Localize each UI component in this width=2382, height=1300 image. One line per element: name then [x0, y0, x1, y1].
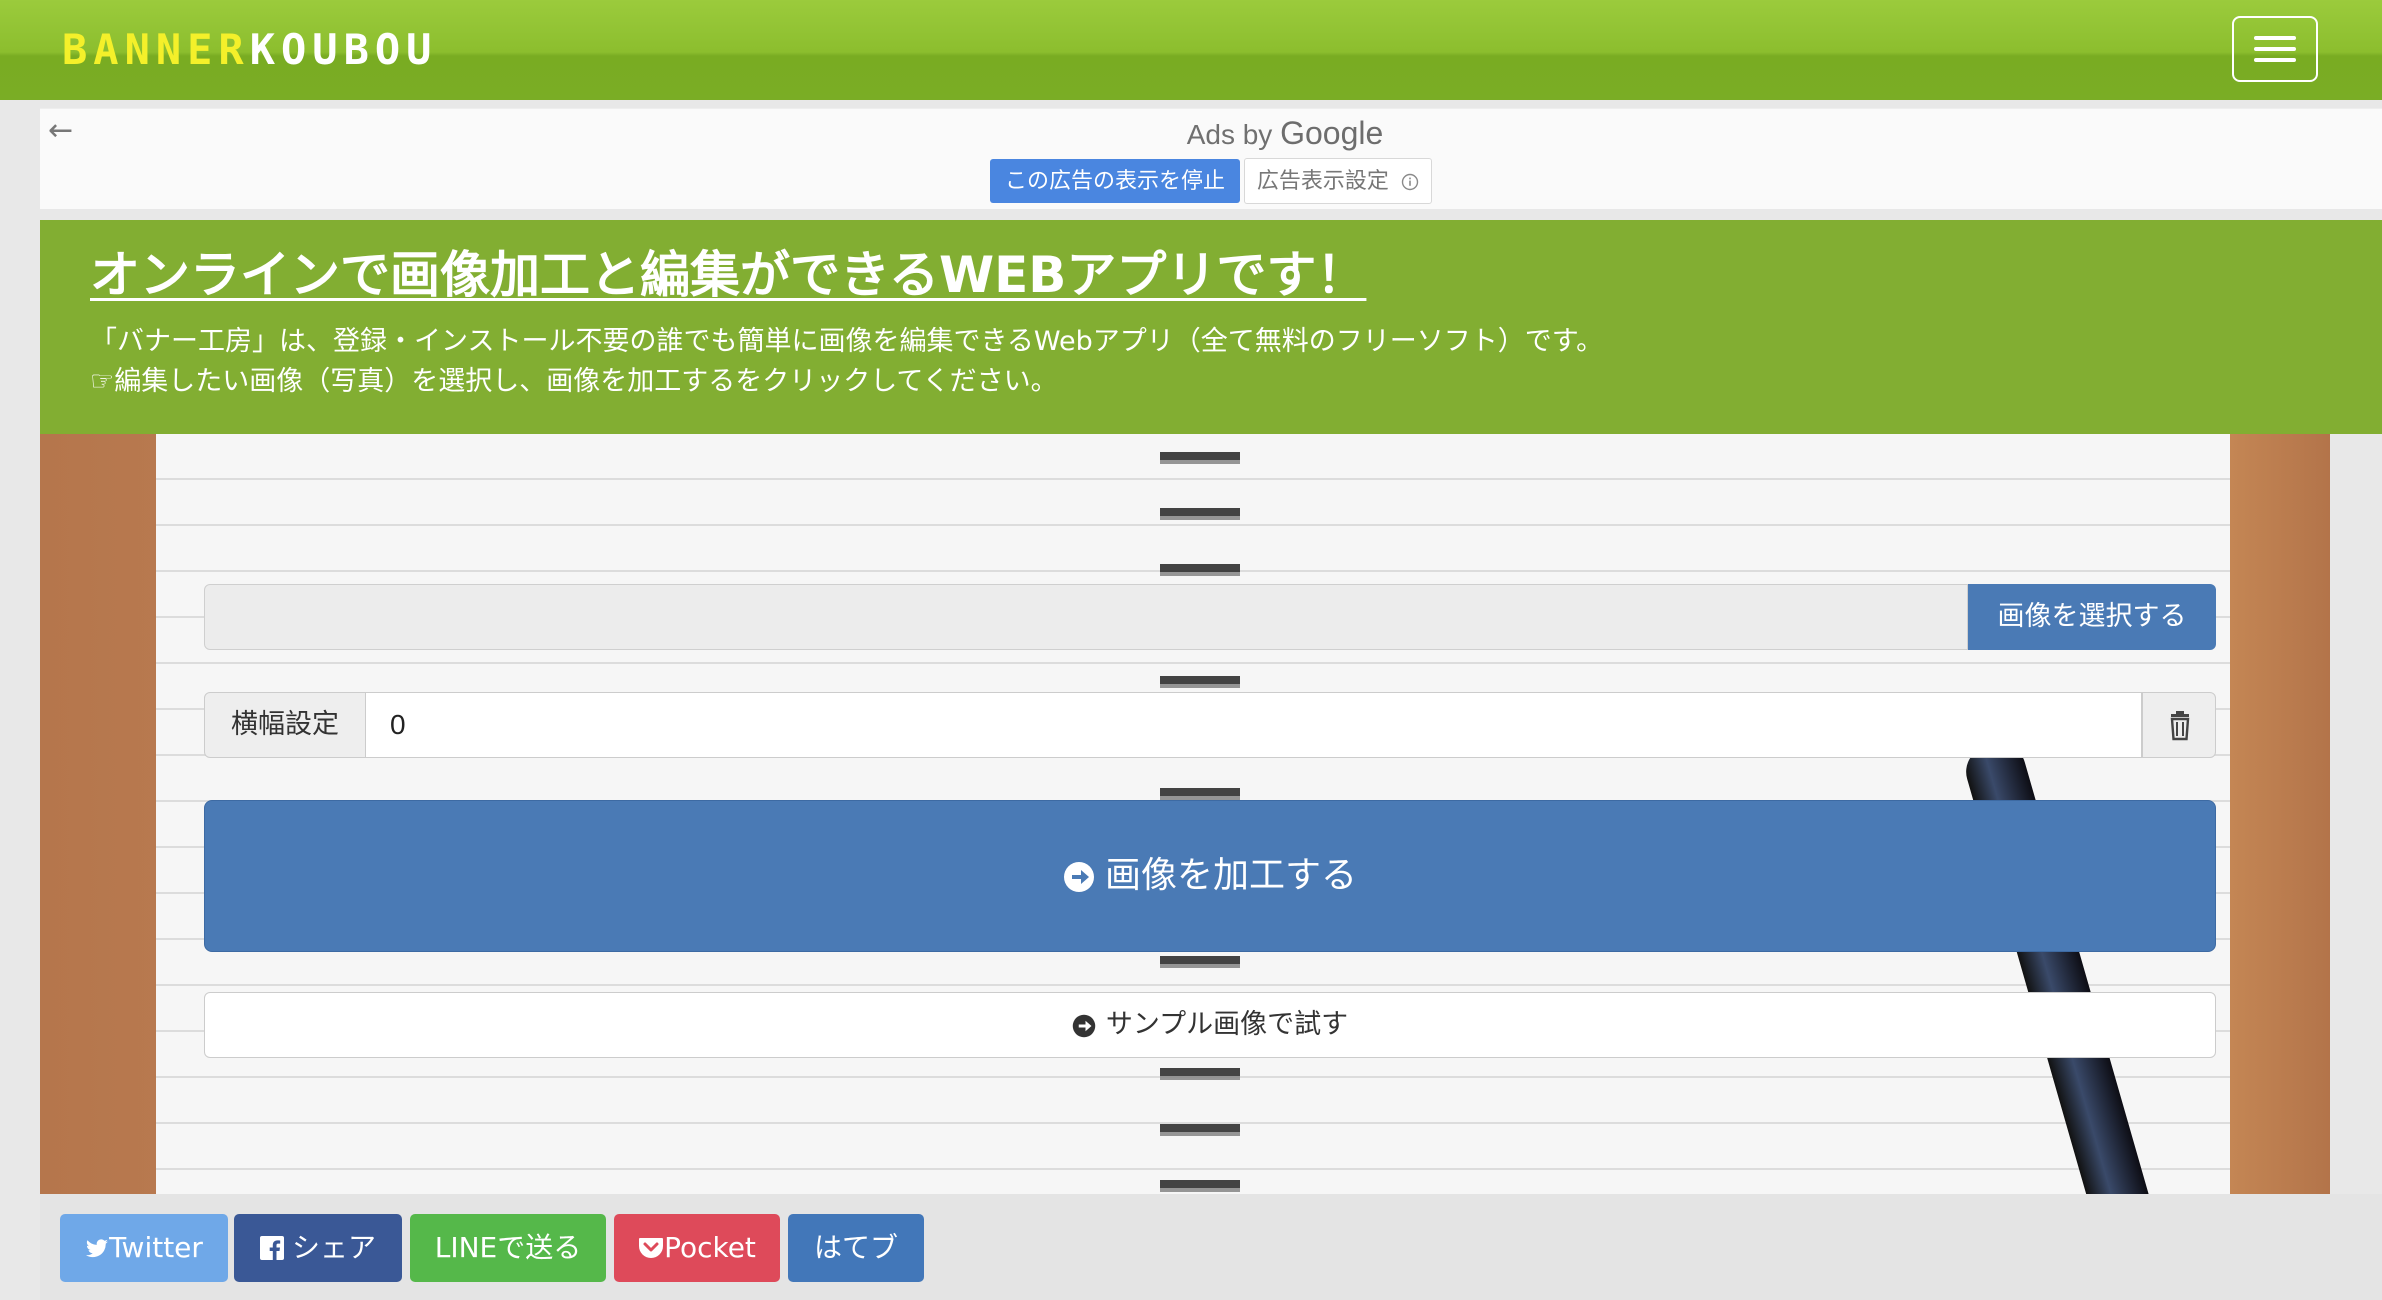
- hero-instruction: ☞編集したい画像（写真）を選択し、画像を加工するをクリックしてください。: [90, 366, 1058, 397]
- twitter-share-label: Twitter: [109, 1231, 203, 1264]
- top-navbar: BANNERKOUBOU: [0, 0, 2382, 100]
- hamburger-icon: [2254, 36, 2296, 40]
- wood-plank: [2230, 434, 2330, 1194]
- file-select-group: 画像を選択する: [204, 584, 2216, 650]
- arrow-circle-right-icon: [1063, 862, 1094, 892]
- file-path-input[interactable]: [204, 584, 1968, 650]
- menu-toggle-button[interactable]: [2232, 16, 2318, 82]
- try-sample-label: サンプル画像で試す: [1105, 1009, 1349, 1040]
- page-title[interactable]: オンラインで画像加工と編集ができるWEBアプリです！: [90, 244, 1366, 306]
- ad-settings-label: 広告表示設定: [1256, 168, 1389, 193]
- try-sample-button[interactable]: サンプル画像で試す: [204, 992, 2216, 1058]
- trash-icon: [2170, 711, 2190, 741]
- hatena-bookmark-button[interactable]: はてブ: [788, 1214, 924, 1282]
- twitter-share-button[interactable]: Twitter: [60, 1214, 228, 1282]
- process-image-label: 画像を加工する: [1104, 855, 1357, 896]
- facebook-icon: [259, 1236, 284, 1260]
- arrow-circle-right-icon: [1072, 1014, 1096, 1037]
- arrow-left-icon[interactable]: ←: [48, 113, 73, 149]
- select-image-button[interactable]: 画像を選択する: [1968, 584, 2216, 650]
- info-icon: [1401, 173, 1419, 191]
- process-image-button[interactable]: 画像を加工する: [204, 800, 2216, 952]
- facebook-share-button[interactable]: シェア: [234, 1214, 402, 1282]
- line-share-button[interactable]: LINEで送る: [410, 1214, 606, 1282]
- hero-section: オンラインで画像加工と編集ができるWEBアプリです！ 「バナー工房」は、登録・イ…: [40, 220, 2382, 434]
- stop-ad-button[interactable]: この広告の表示を停止: [990, 159, 1240, 203]
- hero-description: 「バナー工房」は、登録・インストール不要の誰でも簡単に画像を編集できるWebアプ…: [90, 326, 1604, 357]
- logo-part-koubou: KOUBOU: [249, 25, 438, 74]
- width-setting-label: 横幅設定: [204, 692, 366, 758]
- site-logo[interactable]: BANNERKOUBOU: [62, 28, 437, 72]
- facebook-share-label: シェア: [291, 1231, 376, 1264]
- ads-by-google: Ads by Google: [1186, 115, 1384, 151]
- share-bar: Twitter シェア LINEで送る Pocket はてブ: [40, 1194, 2382, 1300]
- logo-part-banner: BANNER: [62, 25, 250, 74]
- width-input[interactable]: 0: [366, 692, 2142, 758]
- twitter-icon: [86, 1239, 109, 1258]
- pocket-share-label: Pocket: [664, 1231, 756, 1264]
- width-setting-group: 横幅設定 0: [204, 692, 2216, 758]
- ad-settings-button[interactable]: 広告表示設定: [1244, 158, 1432, 204]
- pocket-icon: [639, 1238, 664, 1258]
- ad-banner: ← Ads by Google この広告の表示を停止 広告表示設定: [40, 108, 2382, 209]
- pocket-share-button[interactable]: Pocket: [614, 1214, 780, 1282]
- clear-width-button[interactable]: [2142, 692, 2216, 758]
